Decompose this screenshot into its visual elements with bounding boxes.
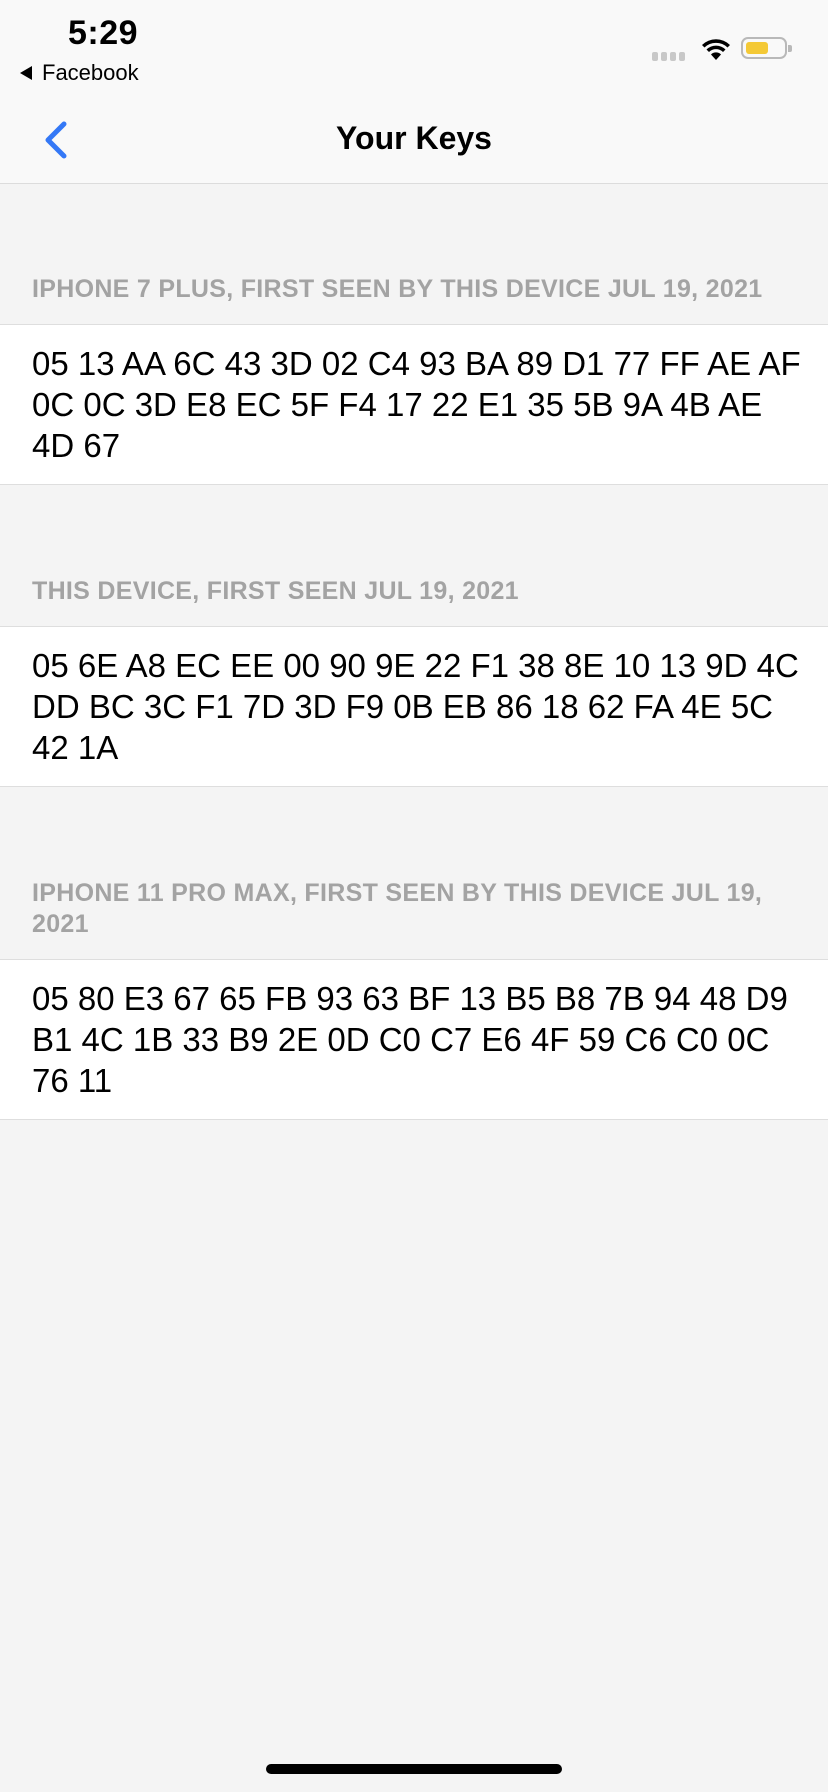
key-text: 05 13 AA 6C 43 3D 02 C4 93 BA 89 D1 77 F… <box>32 345 801 464</box>
key-cell-iphone-7-plus[interactable]: 05 13 AA 6C 43 3D 02 C4 93 BA 89 D1 77 F… <box>0 324 828 485</box>
section-header-iphone-7-plus: IPHONE 7 PLUS, FIRST SEEN BY THIS DEVICE… <box>32 275 763 303</box>
key-text: 05 80 E3 67 65 FB 93 63 BF 13 B5 B8 7B 9… <box>32 980 788 1099</box>
section-header-this-device: THIS DEVICE, FIRST SEEN JUL 19, 2021 <box>32 577 519 605</box>
key-text: 05 6E A8 EC EE 00 90 9E 22 F1 38 8E 10 1… <box>32 647 799 766</box>
back-to-app-link[interactable]: Facebook <box>20 60 139 86</box>
section-header-iphone-11-pro-max: IPHONE 11 PRO MAX, FIRST SEEN BY THIS DE… <box>32 879 763 938</box>
cellular-signal-icon <box>652 52 685 61</box>
key-cell-this-device[interactable]: 05 6E A8 EC EE 00 90 9E 22 F1 38 8E 10 1… <box>0 626 828 787</box>
status-time: 5:29 <box>68 14 139 52</box>
page-title: Your Keys <box>336 120 492 156</box>
back-triangle-icon <box>20 66 32 80</box>
status-bar: 5:29 Facebook <box>0 0 828 92</box>
navigation-bar: Your Keys <box>0 92 828 184</box>
wifi-icon <box>702 39 730 60</box>
back-app-label: Facebook <box>42 60 139 85</box>
key-cell-iphone-11-pro-max[interactable]: 05 80 E3 67 65 FB 93 63 BF 13 B5 B8 7B 9… <box>0 959 828 1120</box>
home-indicator[interactable] <box>266 1764 562 1774</box>
battery-icon <box>741 37 792 59</box>
